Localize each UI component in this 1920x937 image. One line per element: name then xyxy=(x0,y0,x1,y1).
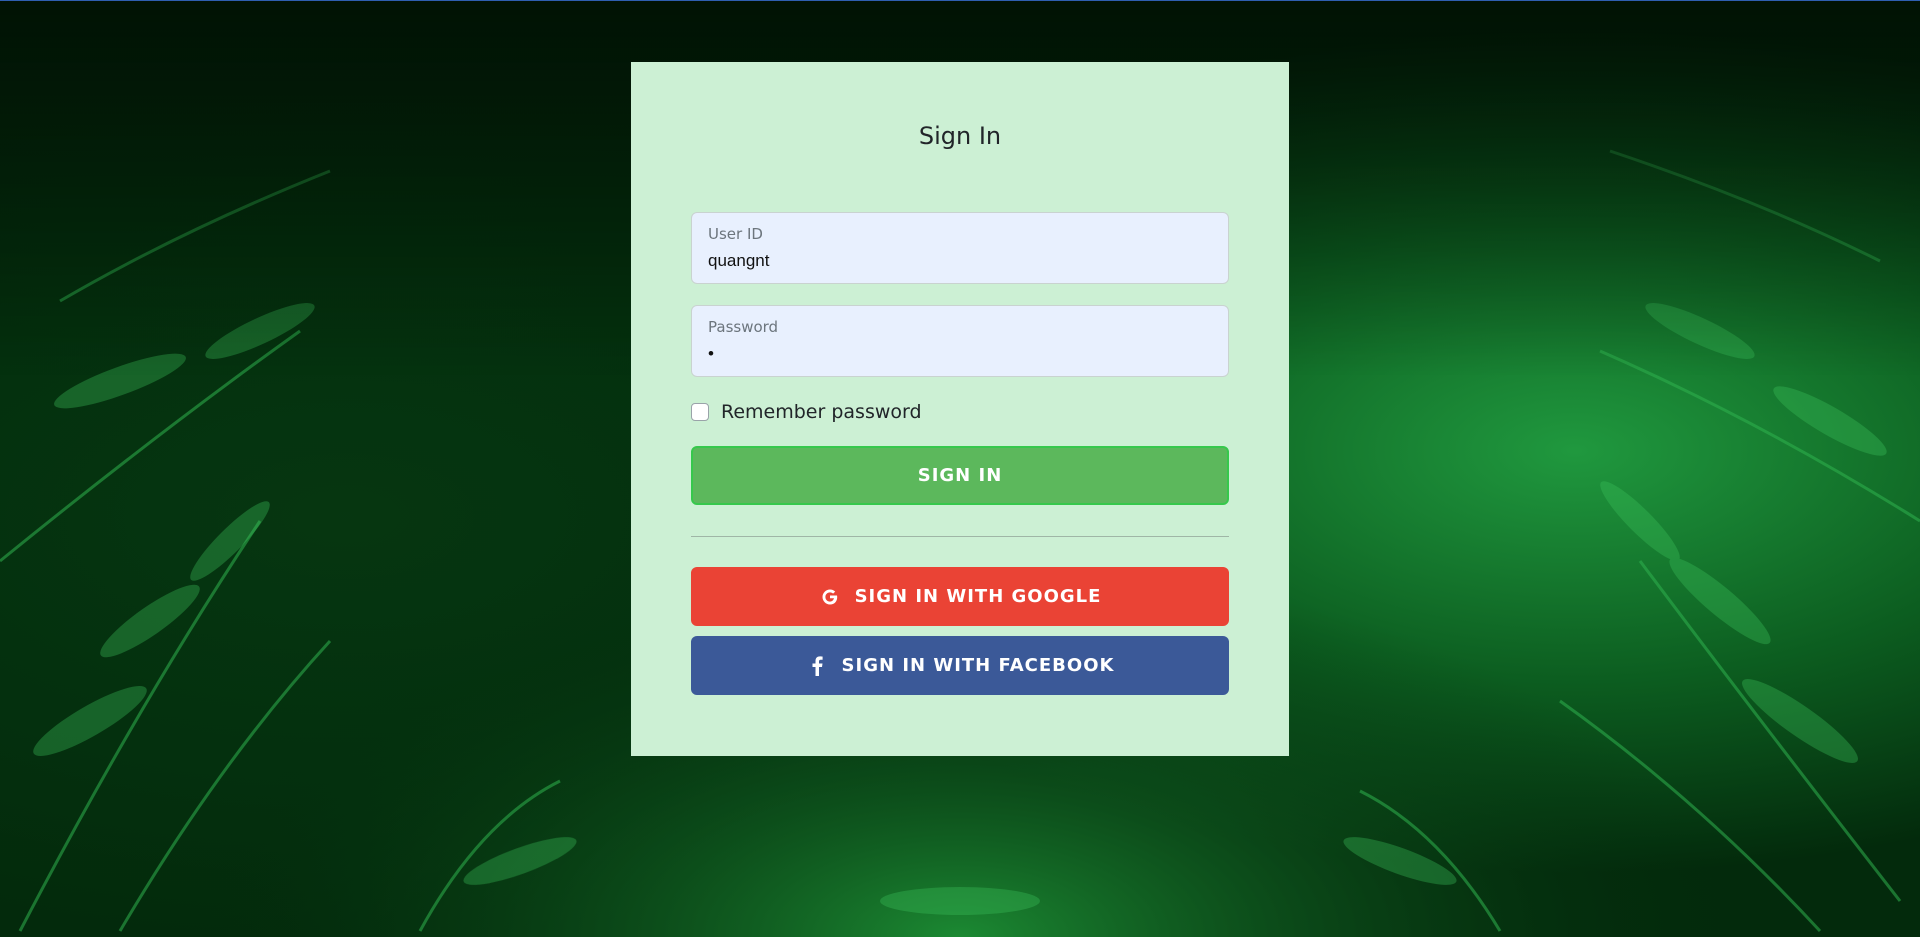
remember-password-checkbox[interactable] xyxy=(691,403,709,421)
signin-card: Sign In User ID quangnt Password • Remem… xyxy=(631,62,1289,756)
signin-button-label: SIGN IN xyxy=(917,465,1003,486)
remember-password-row[interactable]: Remember password xyxy=(691,400,922,424)
remember-password-label[interactable]: Remember password xyxy=(721,401,922,423)
user-id-label: User ID xyxy=(708,225,763,243)
password-label: Password xyxy=(708,318,779,336)
user-id-field[interactable]: User ID quangnt xyxy=(691,212,1229,284)
divider xyxy=(691,536,1229,537)
user-id-input[interactable]: quangnt xyxy=(708,251,769,271)
google-g-icon xyxy=(819,586,841,608)
signin-google-button[interactable]: SIGN IN WITH GOOGLE xyxy=(691,567,1229,626)
facebook-f-icon xyxy=(806,655,828,677)
password-field[interactable]: Password • xyxy=(691,305,1229,377)
page-title: Sign In xyxy=(918,122,1002,150)
signin-google-label: SIGN IN WITH GOOGLE xyxy=(854,586,1102,607)
login-page: Sign In User ID quangnt Password • Remem… xyxy=(0,0,1920,937)
signin-facebook-button[interactable]: SIGN IN WITH FACEBOOK xyxy=(691,636,1229,695)
password-input[interactable]: • xyxy=(708,344,714,364)
signin-button[interactable]: SIGN IN xyxy=(691,446,1229,505)
signin-facebook-label: SIGN IN WITH FACEBOOK xyxy=(841,655,1115,676)
